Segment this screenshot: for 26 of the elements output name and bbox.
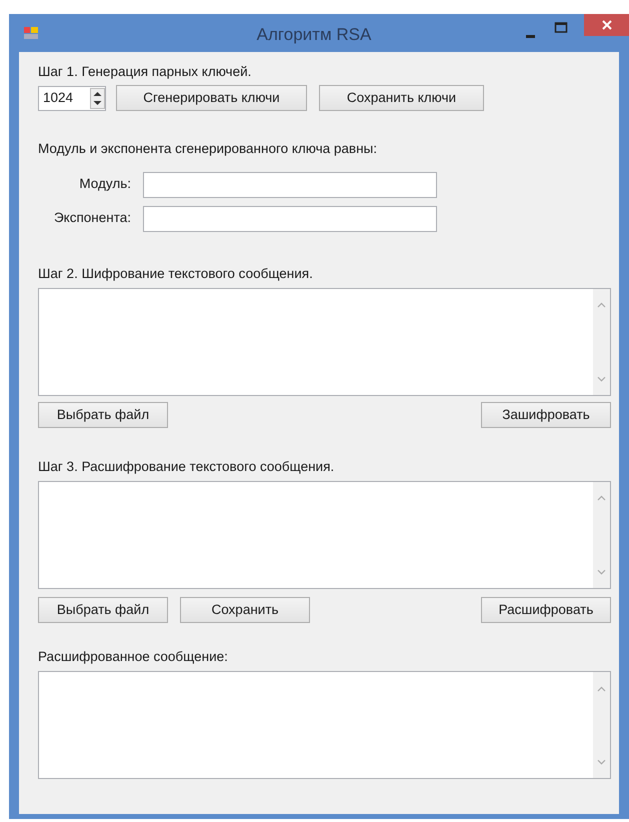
- text-area[interactable]: [38, 288, 611, 396]
- button[interactable]: Сохранить: [180, 597, 310, 623]
- window-title: Алгоритм RSA: [256, 25, 372, 44]
- field-label: Модуль:: [78, 175, 131, 194]
- text-field[interactable]: [143, 172, 437, 198]
- number-spinner[interactable]: 1024: [38, 86, 106, 111]
- button[interactable]: Зашифровать: [481, 402, 611, 428]
- button[interactable]: Расшифровать: [481, 597, 611, 623]
- section-label: Модуль и экспонента сгенерированного ключа равны:: [38, 141, 378, 156]
- section-label: Шаг 2. Шифрование текстового сообщения.: [38, 266, 313, 280]
- maximize-icon[interactable]: [554, 21, 568, 35]
- button[interactable]: Сгенерировать ключи: [116, 85, 307, 112]
- button[interactable]: Сохранить ключи: [319, 85, 484, 112]
- text-field[interactable]: [143, 206, 437, 232]
- button[interactable]: Выбрать файл: [38, 402, 168, 428]
- text-area[interactable]: [38, 481, 611, 589]
- text-area[interactable]: [38, 671, 611, 780]
- app-icon: [23, 25, 39, 41]
- button[interactable]: Выбрать файл: [38, 597, 168, 623]
- section-label: Шаг 1. Генерация парных ключей.: [38, 64, 252, 79]
- spin-arrows-icon[interactable]: [90, 88, 105, 109]
- close-icon[interactable]: [602, 20, 612, 30]
- section-label: Расшифрованное сообщение:: [38, 649, 228, 664]
- section-label: Шаг 3. Расшифрование текстового сообщения.: [38, 458, 334, 474]
- close-button[interactable]: [584, 14, 629, 36]
- field-label: Экспонента:: [52, 209, 131, 228]
